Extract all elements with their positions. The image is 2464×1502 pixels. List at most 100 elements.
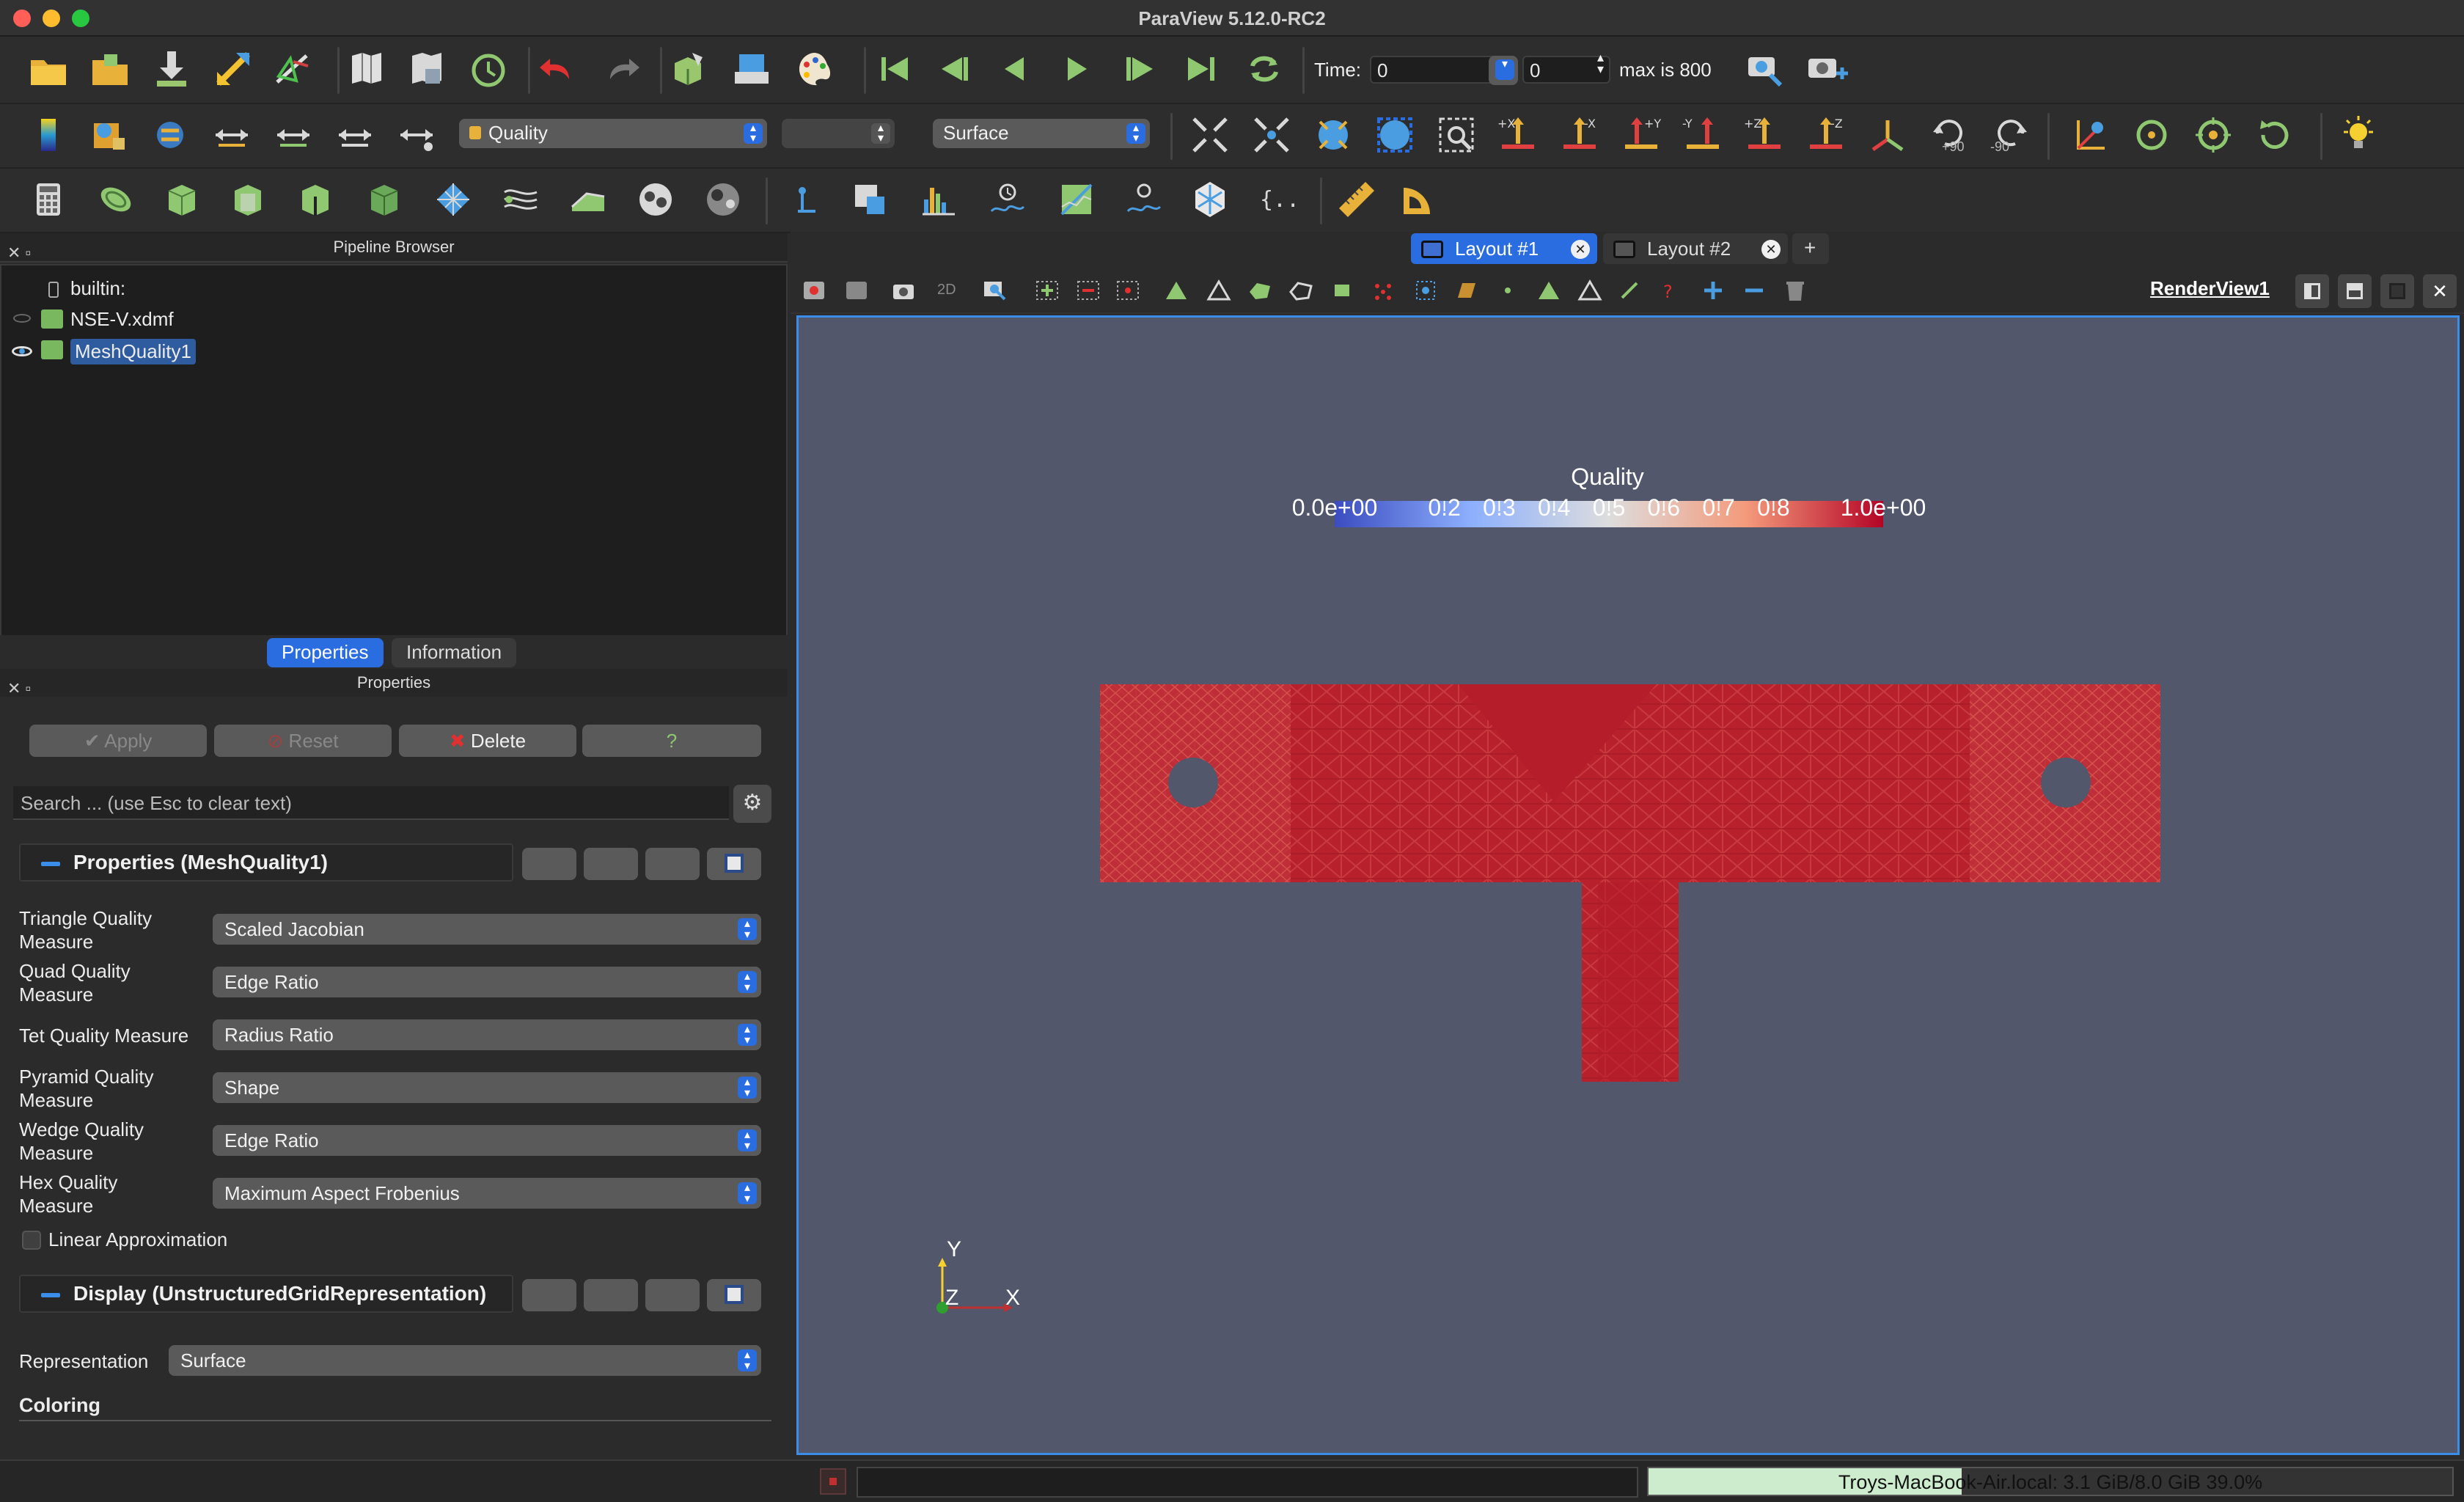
hover-points-icon[interactable] <box>1493 277 1522 304</box>
rotation-center-icon[interactable] <box>2253 113 2297 157</box>
representation-select[interactable]: Surface ▴ ▾ <box>933 119 1150 148</box>
pipeline-item-meshquality[interactable]: MeshQuality1 <box>70 339 196 364</box>
pipeline-item-builtin[interactable]: builtin: <box>70 277 125 300</box>
save-default-icon[interactable] <box>707 1279 761 1311</box>
reset-button[interactable]: ⊘ Reset <box>214 725 392 757</box>
plot-over-line-icon[interactable] <box>1055 177 1099 221</box>
properties-section-header[interactable]: Properties (MeshQuality1) <box>19 843 513 882</box>
eye-hidden-icon[interactable] <box>13 314 31 323</box>
select-polygon-points-icon[interactable] <box>1286 277 1316 304</box>
select-polygon-cells-icon[interactable] <box>1245 277 1275 304</box>
stream-tracer-icon[interactable] <box>499 177 543 221</box>
center-axes-icon[interactable] <box>2068 113 2112 157</box>
tab-layout-2[interactable]: Layout #2 ✕ <box>1603 233 1788 264</box>
camera-add-icon[interactable] <box>1804 47 1848 91</box>
find-selection-icon[interactable]: ? <box>1657 277 1687 304</box>
rescale-temporal-icon[interactable] <box>333 113 377 157</box>
screenshot-export-icon[interactable] <box>729 47 773 91</box>
toggle-2d-button[interactable]: 2D <box>937 277 967 304</box>
find-data-icon[interactable] <box>783 177 827 221</box>
properties-search-input[interactable]: Search ... (use Esc to clear text) <box>13 786 729 820</box>
view-plus-y-icon[interactable]: +Y <box>1619 113 1663 157</box>
gear-icon[interactable]: ⚙ <box>733 785 771 823</box>
slice-icon[interactable] <box>226 177 270 221</box>
restore-default-icon[interactable] <box>645 1279 700 1311</box>
render-view[interactable]: Quality 0.0e+00 0.2 0.3 0.4 0.5 0.6 0.7 0.8 1.0e… <box>796 315 2460 1455</box>
grow-selection-icon[interactable] <box>1534 277 1563 304</box>
loop-icon[interactable] <box>1242 47 1286 91</box>
color-by-select[interactable]: Quality ▴ ▾ <box>459 119 767 148</box>
copy-icon[interactable] <box>522 1279 576 1311</box>
next-frame-icon[interactable] <box>1118 47 1162 91</box>
zoom-to-box-icon[interactable] <box>1373 113 1417 157</box>
connect-icon[interactable] <box>211 47 255 91</box>
capture-view-icon[interactable] <box>842 277 871 304</box>
plot-over-time-icon[interactable] <box>986 177 1030 221</box>
view-minus-x-icon[interactable]: -X <box>1558 113 1602 157</box>
reset-center-icon[interactable] <box>2191 113 2235 157</box>
close-icon[interactable]: ✕ ▫ <box>7 239 31 267</box>
colormap-icon[interactable] <box>26 113 70 157</box>
close-tab-icon[interactable]: ✕ <box>1761 240 1781 259</box>
light-kit-icon[interactable] <box>2336 113 2380 157</box>
rescale-range-icon[interactable] <box>210 113 254 157</box>
time-dropdown[interactable]: ▾ <box>1489 56 1518 85</box>
shrink-minus-icon[interactable] <box>1739 277 1769 304</box>
undo-icon[interactable] <box>535 47 579 91</box>
threshold-icon[interactable] <box>293 177 337 221</box>
view-plus-x-icon[interactable]: +X <box>1496 113 1540 157</box>
grow-plus-icon[interactable] <box>1698 277 1728 304</box>
zoom-screenshot-icon[interactable] <box>1742 47 1786 91</box>
select-points-on-icon[interactable] <box>1074 277 1103 304</box>
save-data-icon[interactable] <box>150 47 194 91</box>
split-horizontal-icon[interactable] <box>2295 274 2329 308</box>
spreadsheet-view-icon[interactable] <box>848 177 892 221</box>
quad-quality-select[interactable]: Edge Ratio ▴ ▾ <box>213 967 761 997</box>
linear-approx-checkbox[interactable] <box>22 1231 41 1250</box>
tet-quality-select[interactable]: Radius Ratio ▴ ▾ <box>213 1019 761 1050</box>
reset-session-view-icon[interactable] <box>799 277 829 304</box>
color-palette-icon[interactable] <box>792 47 836 91</box>
maximize-view-icon[interactable] <box>2380 274 2414 308</box>
interactive-select-points-icon[interactable] <box>1411 277 1440 304</box>
edit-colormap-icon[interactable] <box>148 113 192 157</box>
probe-icon[interactable] <box>1188 177 1232 221</box>
shrink-selection-icon[interactable] <box>1575 277 1605 304</box>
paste-icon[interactable] <box>584 1279 638 1311</box>
render-view-name[interactable]: RenderView1 <box>2150 277 2270 300</box>
python-script-icon[interactable]: {..} <box>1255 177 1299 221</box>
pyramid-quality-select[interactable]: Shape ▴ ▾ <box>213 1072 761 1103</box>
camera-icon[interactable] <box>889 277 918 304</box>
scalar-bar-icon[interactable] <box>87 113 131 157</box>
display-section-header[interactable]: Display (UnstructuredGridRepresentation) <box>19 1275 513 1313</box>
wedge-quality-select[interactable]: Edge Ratio ▴ ▾ <box>213 1125 761 1156</box>
component-select[interactable]: ▴ ▾ <box>782 119 895 148</box>
load-state-icon[interactable] <box>345 47 389 91</box>
play-icon[interactable] <box>1055 47 1099 91</box>
isometric-view-icon[interactable] <box>1866 113 1910 157</box>
delete-button[interactable]: ✖ Delete <box>399 725 576 757</box>
save-state-icon[interactable] <box>405 47 449 91</box>
clear-selection-icon[interactable] <box>1781 277 1810 304</box>
disconnect-icon[interactable] <box>271 47 315 91</box>
add-layout-button[interactable]: + <box>1792 233 1829 264</box>
save-default-icon[interactable] <box>707 848 761 880</box>
clip-icon[interactable] <box>160 177 204 221</box>
open-recent-icon[interactable] <box>88 47 132 91</box>
group-datasets-icon[interactable] <box>634 177 678 221</box>
warp-vector-icon[interactable] <box>566 177 610 221</box>
eye-visible-icon[interactable] <box>12 346 32 356</box>
previous-frame-icon[interactable] <box>933 47 977 91</box>
tab-layout-1[interactable]: Layout #1 ✕ <box>1411 233 1597 264</box>
close-tab-icon[interactable]: ✕ <box>1571 240 1590 259</box>
reset-session-icon[interactable] <box>466 47 510 91</box>
select-points-through-icon[interactable] <box>1204 277 1233 304</box>
redo-icon[interactable] <box>600 47 644 91</box>
view-plus-z-icon[interactable]: +Z <box>1742 113 1786 157</box>
open-folder-icon[interactable] <box>26 47 70 91</box>
histogram-icon[interactable] <box>917 177 961 221</box>
interactive-select-cells-icon[interactable] <box>1368 277 1398 304</box>
view-minus-z-icon[interactable]: -Z <box>1804 113 1848 157</box>
view-minus-y-icon[interactable]: -Y <box>1681 113 1725 157</box>
extract-level-icon[interactable] <box>701 177 745 221</box>
